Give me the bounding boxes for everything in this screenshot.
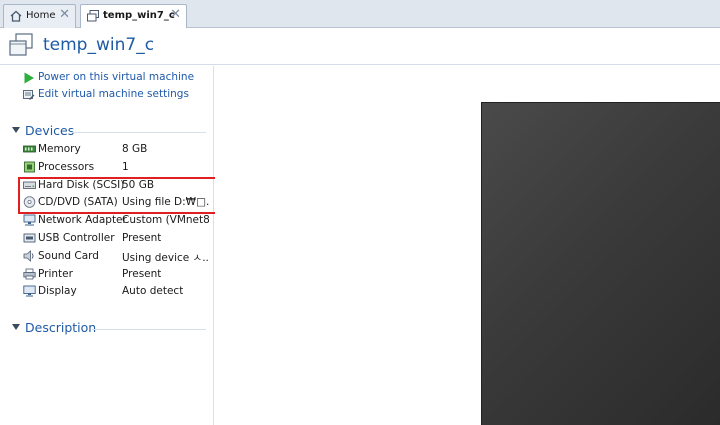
device-row-printer[interactable]: Printer Present <box>23 266 209 283</box>
edit-settings-label: Edit virtual machine settings <box>38 88 189 100</box>
description-section-header[interactable]: Description <box>10 320 206 337</box>
section-divider <box>72 132 206 133</box>
device-row-memory[interactable]: Memory 8 GB <box>23 141 209 158</box>
device-value: Using device ㅅ... <box>122 252 209 264</box>
vm-icon <box>9 33 33 56</box>
usb-icon <box>23 233 36 243</box>
tab-vm[interactable]: temp_win7_c ✕ <box>80 4 187 29</box>
device-name: Display <box>38 285 77 297</box>
printer-icon <box>23 268 36 280</box>
device-value: Auto detect <box>122 285 184 297</box>
device-row-processors[interactable]: Processors 1 <box>23 159 209 176</box>
home-icon <box>10 10 22 22</box>
devices-section-header[interactable]: Devices <box>10 123 206 140</box>
device-row-usb-controller[interactable]: USB Controller Present <box>23 230 209 247</box>
collapse-caret-icon <box>12 324 20 330</box>
device-value: 8 GB <box>122 143 148 155</box>
device-value: Present <box>122 232 162 244</box>
edit-settings-icon <box>23 90 35 100</box>
tab-home[interactable]: Home ✕ <box>3 4 76 28</box>
play-icon <box>24 72 34 84</box>
tab-home-close-icon[interactable]: ✕ <box>59 8 70 22</box>
device-name: Network Adapter <box>38 214 127 226</box>
vm-console-thumbnail[interactable] <box>481 102 720 425</box>
sound-card-icon <box>23 250 34 262</box>
device-value: Custom (VMnet8) <box>122 214 209 226</box>
device-name: Processors <box>38 161 95 173</box>
device-value: 1 <box>122 161 129 173</box>
device-name: Memory <box>38 143 81 155</box>
power-on-label: Power on this virtual machine <box>38 71 195 83</box>
tab-vm-close-icon[interactable]: ✕ <box>170 8 181 22</box>
device-name: Printer <box>38 268 73 280</box>
device-value: Present <box>122 268 162 280</box>
description-heading: Description <box>25 320 97 335</box>
device-row-display[interactable]: Display Auto detect <box>23 283 209 300</box>
devices-heading: Devices <box>25 123 75 138</box>
tab-bar: Home ✕ temp_win7_c ✕ <box>0 0 720 29</box>
tab-home-label: Home <box>26 10 56 21</box>
network-adapter-icon <box>23 214 36 226</box>
vm-tab-icon <box>87 10 99 22</box>
device-name: USB Controller <box>38 232 115 244</box>
tab-vm-label: temp_win7_c <box>103 10 175 21</box>
memory-icon <box>23 145 36 153</box>
processor-icon <box>24 161 35 173</box>
collapse-caret-icon <box>12 127 20 133</box>
vm-header: temp_win7_c <box>0 28 720 65</box>
vm-summary-panel: Power on this virtual machine Edit virtu… <box>0 66 214 425</box>
device-name: Sound Card <box>38 250 99 262</box>
display-icon <box>23 285 36 297</box>
device-row-sound-card[interactable]: Sound Card Using device ㅅ... <box>23 248 209 265</box>
vm-title: temp_win7_c <box>43 35 155 55</box>
section-divider <box>92 329 206 330</box>
annotation-highlight-box <box>18 177 225 214</box>
device-row-network-adapter[interactable]: Network Adapter Custom (VMnet8) <box>23 212 209 229</box>
